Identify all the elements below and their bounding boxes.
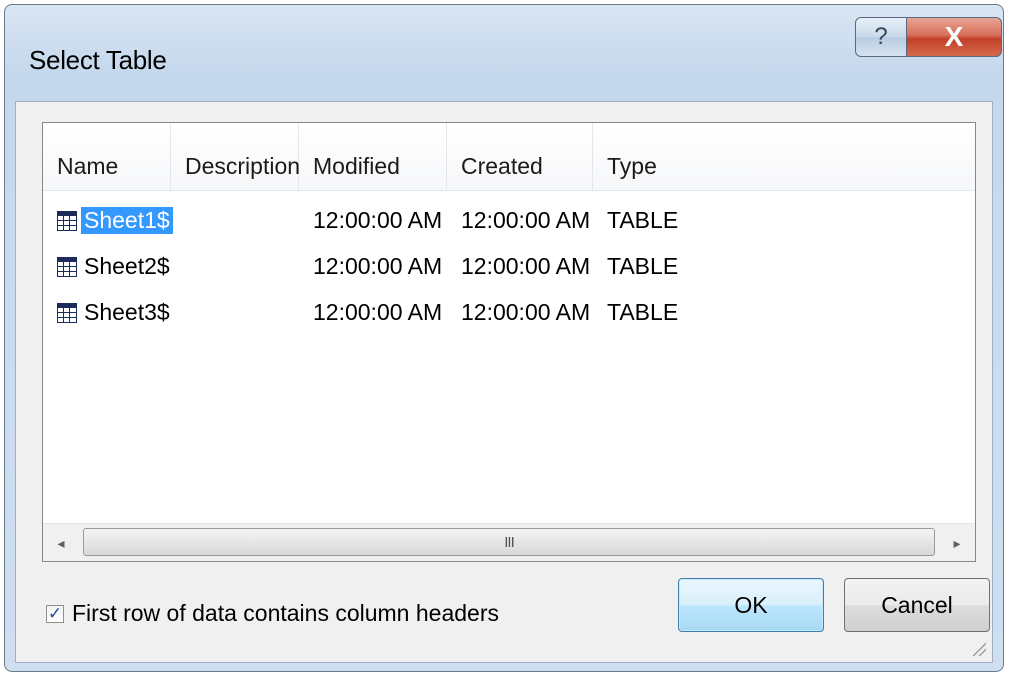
dialog-body: Name Description Modified Created Type S… xyxy=(15,101,993,663)
table-icon xyxy=(57,302,77,323)
list-header: Name Description Modified Created Type xyxy=(43,123,975,191)
name-cell: Sheet1$ xyxy=(57,207,173,234)
checkmark-icon: ✓ xyxy=(47,603,63,623)
column-header-modified[interactable]: Modified xyxy=(299,123,447,191)
row-modified: 12:00:00 AM xyxy=(313,299,443,325)
table-row[interactable]: Sheet2$ 12:00:00 AM 12:00:00 AM TABLE xyxy=(43,245,975,291)
column-header-name[interactable]: Name xyxy=(43,123,171,191)
row-modified: 12:00:00 AM xyxy=(313,253,443,279)
first-row-headers-label[interactable]: First row of data contains column header… xyxy=(72,600,499,627)
row-type: TABLE xyxy=(607,253,679,279)
column-header-type[interactable]: Type xyxy=(593,123,975,191)
ok-button[interactable]: OK xyxy=(678,578,824,632)
resize-grip-icon[interactable] xyxy=(972,642,986,656)
help-icon: ? xyxy=(874,23,888,50)
row-type: TABLE xyxy=(607,299,679,325)
dialog-title: Select Table xyxy=(29,45,167,75)
row-name: Sheet2$ xyxy=(84,253,170,279)
help-button[interactable]: ? xyxy=(855,17,907,57)
row-modified: 12:00:00 AM xyxy=(313,207,443,233)
table-icon xyxy=(57,256,77,277)
grip-icon: III xyxy=(504,533,514,551)
close-button[interactable]: X xyxy=(906,17,1002,57)
column-header-created[interactable]: Created xyxy=(447,123,593,191)
row-created: 12:00:00 AM xyxy=(461,253,591,279)
select-table-dialog: Select Table ? X Name Description Modifi… xyxy=(4,4,1004,672)
arrow-left-icon: ◂ xyxy=(57,534,65,551)
table-row[interactable]: Sheet3$ 12:00:00 AM 12:00:00 AM TABLE xyxy=(43,291,975,337)
column-header-description[interactable]: Description xyxy=(171,123,300,191)
table-list[interactable]: Name Description Modified Created Type S… xyxy=(42,122,976,562)
row-type: TABLE xyxy=(607,207,679,233)
table-row[interactable]: Sheet1$ 12:00:00 AM 12:00:00 AM TABLE xyxy=(43,199,975,245)
row-name: Sheet3$ xyxy=(84,299,170,325)
first-row-headers-option[interactable]: ✓ First row of data contains column head… xyxy=(46,600,499,627)
scroll-left-button[interactable]: ◂ xyxy=(43,524,79,562)
name-cell: Sheet3$ xyxy=(57,299,173,326)
scroll-right-button[interactable]: ▸ xyxy=(939,524,975,562)
first-row-headers-checkbox[interactable]: ✓ xyxy=(46,603,64,623)
arrow-right-icon: ▸ xyxy=(953,534,961,551)
close-icon: X xyxy=(944,21,964,52)
name-cell: Sheet2$ xyxy=(57,253,173,280)
row-name: Sheet1$ xyxy=(81,207,173,234)
cancel-button[interactable]: Cancel xyxy=(844,578,990,632)
scrollbar-thumb[interactable]: III xyxy=(83,528,935,556)
title-bar[interactable]: Select Table ? X xyxy=(5,5,1003,101)
table-icon xyxy=(57,210,77,231)
row-created: 12:00:00 AM xyxy=(461,207,591,233)
horizontal-scrollbar[interactable]: ◂ III ▸ xyxy=(43,523,975,561)
row-created: 12:00:00 AM xyxy=(461,299,591,325)
